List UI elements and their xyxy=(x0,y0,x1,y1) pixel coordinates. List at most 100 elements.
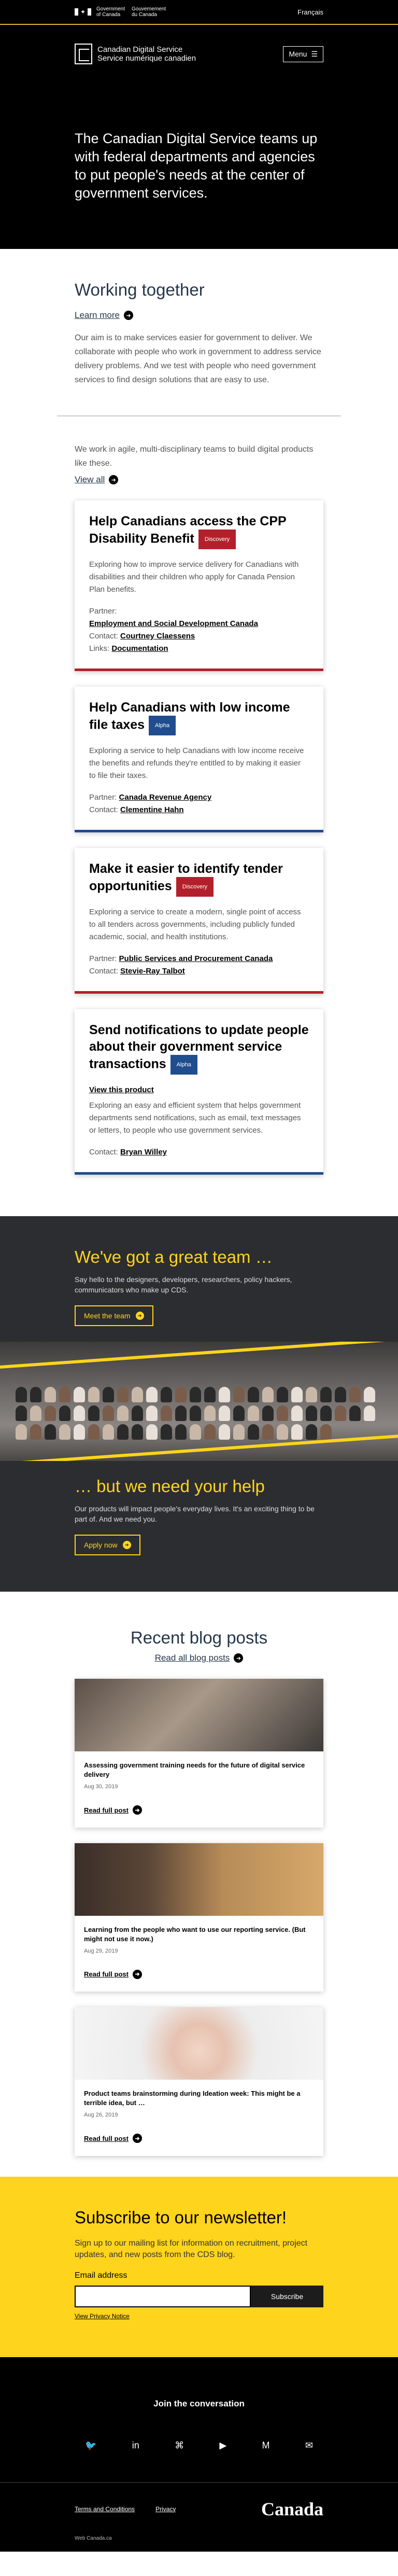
goc-signature[interactable]: ✦ Government of Canada Gouvernement du C… xyxy=(75,6,168,18)
logo-fr: Service numérique canadien xyxy=(97,54,196,63)
blog-post-card[interactable]: Assessing government training needs for … xyxy=(75,1679,323,1828)
subscribe-button[interactable]: Subscribe xyxy=(251,2285,323,2307)
read-full-post-label: Read full post xyxy=(84,2134,129,2142)
product-title[interactable]: Make it easier to identify tender opport… xyxy=(89,860,309,897)
site-header: Canadian Digital Service Service numériq… xyxy=(0,25,398,83)
product-title[interactable]: Help Canadians with low income file taxe… xyxy=(89,699,309,735)
help-body: Our products will impact people's everyd… xyxy=(75,1505,315,1523)
meet-team-button[interactable]: Meet the team ➜ xyxy=(75,1305,153,1326)
email-label: Email address xyxy=(75,2271,127,2280)
read-full-post-link[interactable]: Read full post ➜ xyxy=(84,1969,142,1979)
email-field[interactable] xyxy=(75,2285,251,2307)
read-full-post-link[interactable]: Read full post ➜ xyxy=(84,1805,142,1815)
blog-post-card[interactable]: Learning from the people who want to use… xyxy=(75,1843,323,1992)
status-badge: Discovery xyxy=(176,877,214,897)
status-badge: Discovery xyxy=(198,530,236,549)
privacy-link[interactable]: Privacy xyxy=(155,2505,176,2513)
blog-post-title[interactable]: Learning from the people who want to use… xyxy=(84,1925,314,1944)
learn-more-link[interactable]: Learn more ➜ xyxy=(75,310,133,321)
read-full-post-link[interactable]: Read full post ➜ xyxy=(84,2134,142,2143)
product-card[interactable]: Make it easier to identify tender opport… xyxy=(75,848,323,994)
working-together-body: Our aim is to make services easier for g… xyxy=(75,333,321,384)
join-title: Join the conversation xyxy=(153,2398,245,2408)
product-card[interactable]: Help Canadians with low income file taxe… xyxy=(75,687,323,832)
arrow-right-icon: ➜ xyxy=(122,1541,131,1549)
web-canada-link[interactable]: Web Canada.ca xyxy=(0,2535,398,2552)
working-together-title: Working together xyxy=(75,280,205,299)
newsletter-body: Sign up to our mailing list for informat… xyxy=(75,2238,308,2259)
view-all-label: View all xyxy=(75,475,105,484)
status-badge: Alpha xyxy=(149,716,176,735)
contact-link[interactable]: Courtney Claessens xyxy=(120,632,195,640)
subscribe-form: Subscribe xyxy=(75,2285,323,2307)
blog-post-image xyxy=(75,2007,323,2080)
arrow-right-icon: ➜ xyxy=(132,2134,142,2143)
learn-more-label: Learn more xyxy=(75,310,120,320)
newsletter-title: Subscribe to our newsletter! xyxy=(75,2207,287,2227)
partner-link[interactable]: Public Services and Procurement Canada xyxy=(119,954,273,963)
blog-post-title[interactable]: Assessing government training needs for … xyxy=(84,1761,314,1779)
read-all-blog-link[interactable]: Read all blog posts ➜ xyxy=(155,1653,244,1663)
blog-post-date: Aug 26, 2019 xyxy=(84,2112,118,2118)
read-full-post-label: Read full post xyxy=(84,1970,129,1978)
contact-link[interactable]: Bryan Willey xyxy=(120,1148,167,1157)
blog-post-image xyxy=(75,1679,323,1751)
product-contact: Contact: Stevie-Ray Talbot xyxy=(89,967,185,976)
youtube-icon[interactable]: ▶ xyxy=(219,2440,226,2451)
documentation-link[interactable]: Documentation xyxy=(111,644,168,653)
product-contact: Contact: Clementine Hahn xyxy=(89,805,184,814)
product-card[interactable]: Help Canadians access the CPP Disability… xyxy=(75,500,323,671)
product-description: Exploring a service to help Canadians wi… xyxy=(89,746,304,780)
terms-link[interactable]: Terms and Conditions xyxy=(75,2505,135,2513)
menu-button[interactable]: Menu ☰ xyxy=(283,46,323,62)
product-title[interactable]: Help Canadians access the CPP Disability… xyxy=(89,513,309,549)
partner-link[interactable]: Canada Revenue Agency xyxy=(119,793,212,802)
language-toggle-link[interactable]: Français xyxy=(297,8,323,16)
blog-post-card[interactable]: Product teams brainstorming during Ideat… xyxy=(75,2007,323,2156)
privacy-notice-link[interactable]: View Privacy Notice xyxy=(75,2313,130,2320)
gov-fr-label: Gouvernement du Canada xyxy=(132,6,166,18)
blog-post-image xyxy=(75,1843,323,1916)
medium-icon[interactable]: M xyxy=(262,2440,270,2451)
product-title[interactable]: Send notifications to update people abou… xyxy=(89,1022,309,1075)
team-section: We've got a great team … Say hello to th… xyxy=(0,1216,398,1592)
menu-label: Menu xyxy=(289,50,307,58)
apply-now-label: Apply now xyxy=(84,1541,118,1549)
product-partner: Partner: Canada Revenue Agency xyxy=(89,793,212,802)
view-product-link[interactable]: View this product xyxy=(89,1084,309,1096)
product-description: Exploring a service to create a modern, … xyxy=(89,908,301,941)
partner-link[interactable]: Employment and Social Development Canada xyxy=(89,619,258,628)
read-all-label: Read all blog posts xyxy=(154,1653,230,1663)
twitter-icon[interactable]: 🐦 xyxy=(85,2440,96,2451)
product-partner: Partner: Employment and Social Developmen… xyxy=(89,607,258,628)
cds-logo[interactable]: Canadian Digital Service Service numériq… xyxy=(75,44,196,64)
read-full-post-label: Read full post xyxy=(84,1806,129,1814)
status-badge: Alpha xyxy=(170,1055,197,1075)
arrow-right-icon: ➜ xyxy=(234,1653,244,1663)
arrow-right-icon: ➜ xyxy=(109,475,119,484)
linkedin-icon[interactable]: in xyxy=(132,2440,139,2451)
newsletter-section: Subscribe to our newsletter! Sign up to … xyxy=(0,2176,398,2357)
blog-post-date: Aug 29, 2019 xyxy=(84,1947,118,1954)
product-description: Exploring an easy and efficient system t… xyxy=(89,1101,301,1135)
logo-en: Canadian Digital Service xyxy=(97,45,183,54)
contact-link[interactable]: Stevie-Ray Talbot xyxy=(120,967,185,976)
contact-link[interactable]: Clementine Hahn xyxy=(120,805,184,814)
site-footer: Terms and Conditions Privacy Canada xyxy=(0,2482,398,2536)
gov-topbar: ✦ Government of Canada Gouvernement du C… xyxy=(0,0,398,25)
email-icon[interactable]: ✉ xyxy=(305,2440,313,2451)
hamburger-icon: ☰ xyxy=(311,49,318,58)
product-links: Links: Documentation xyxy=(89,644,168,653)
team-title: We've got a great team … xyxy=(75,1247,273,1266)
products-intro: We work in agile, multi-disciplinary tea… xyxy=(75,445,314,468)
apply-now-button[interactable]: Apply now ➜ xyxy=(75,1535,140,1555)
product-card[interactable]: Send notifications to update people abou… xyxy=(75,1009,323,1175)
blog-title: Recent blog posts xyxy=(130,1628,268,1647)
view-all-products-link[interactable]: View all ➜ xyxy=(75,475,119,485)
arrow-right-icon: ➜ xyxy=(123,311,133,320)
arrow-right-icon: ➜ xyxy=(135,1312,144,1320)
product-description: Exploring how to improve service deliver… xyxy=(89,560,299,594)
github-icon[interactable]: ⌘ xyxy=(175,2440,184,2451)
blog-post-title[interactable]: Product teams brainstorming during Ideat… xyxy=(84,2089,314,2108)
gov-en-label: Government of Canada xyxy=(96,6,125,18)
